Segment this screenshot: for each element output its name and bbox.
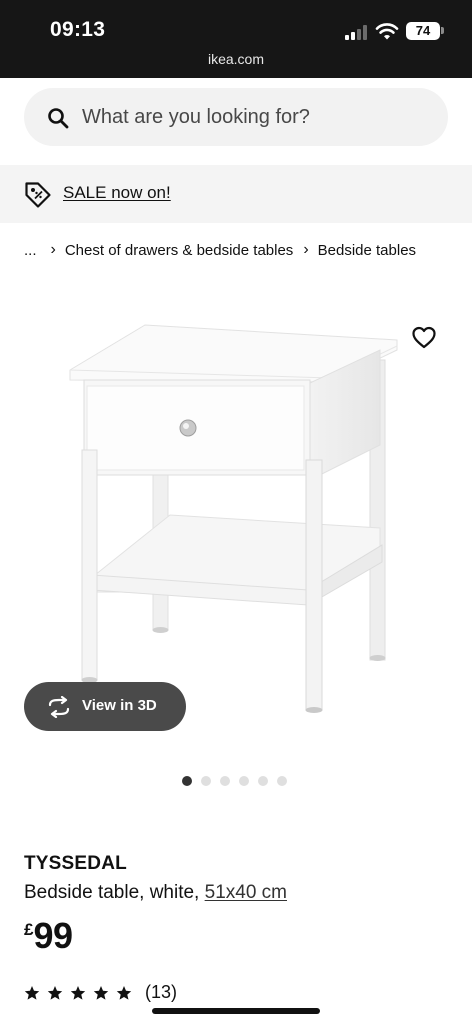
breadcrumb-ellipsis[interactable]: ... — [24, 242, 37, 259]
pagination-dot[interactable] — [258, 776, 268, 786]
breadcrumb-item-chest-of-drawers[interactable]: Chest of drawers & bedside tables — [65, 242, 293, 259]
star-icon — [24, 985, 40, 1000]
sale-link[interactable]: SALE now on! — [63, 183, 171, 203]
pagination-dot[interactable] — [277, 776, 287, 786]
product-name: TYSSEDAL — [24, 853, 127, 874]
product-description-text: Bedside table, white, — [24, 882, 200, 903]
pagination-dot[interactable] — [182, 776, 192, 786]
status-time: 09:13 — [50, 18, 106, 41]
heart-icon[interactable] — [411, 325, 437, 351]
battery-tip — [441, 27, 444, 34]
price-tag-icon — [25, 182, 51, 208]
battery-indicator: 74 — [406, 22, 440, 40]
wifi-icon — [375, 23, 399, 40]
product-dimensions-link[interactable]: 51x40 cm — [205, 882, 287, 903]
home-indicator[interactable] — [152, 1008, 320, 1014]
star-icon — [93, 985, 109, 1000]
search-icon — [48, 108, 69, 129]
view-in-3d-label: View in 3D — [82, 697, 157, 714]
pagination-dot[interactable] — [201, 776, 211, 786]
breadcrumb-separator: › — [303, 241, 309, 258]
breadcrumb: ... › Chest of drawers & bedside tables … — [24, 240, 416, 260]
search-bar[interactable] — [24, 88, 448, 146]
view-in-3d-button[interactable]: View in 3D — [24, 682, 186, 731]
product-description: Bedside table, white, 51x40 cm — [24, 882, 287, 904]
breadcrumb-item-bedside-tables[interactable]: Bedside tables — [318, 242, 416, 259]
sale-banner[interactable]: SALE now on! — [0, 165, 472, 223]
image-pagination — [182, 776, 287, 786]
cellular-signal-icon — [345, 24, 369, 40]
breadcrumb-separator: › — [50, 241, 56, 258]
pagination-dot[interactable] — [220, 776, 230, 786]
price-currency: £ — [24, 920, 34, 939]
star-icon — [116, 985, 132, 1000]
product-price: £ 99 — [24, 914, 73, 958]
search-input[interactable] — [82, 88, 422, 146]
rotate-3d-icon — [48, 696, 70, 718]
product-rating[interactable]: (13) — [24, 982, 177, 1003]
review-count[interactable]: (13) — [145, 982, 177, 1003]
pagination-dot[interactable] — [239, 776, 249, 786]
star-icon — [70, 985, 86, 1000]
product-image[interactable] — [40, 300, 440, 730]
status-bar: 09:13 74 ikea.com — [0, 0, 472, 78]
browser-url[interactable]: ikea.com — [0, 51, 472, 67]
price-value: 99 — [33, 915, 73, 956]
rating-stars — [24, 985, 132, 1001]
star-icon — [47, 985, 63, 1000]
